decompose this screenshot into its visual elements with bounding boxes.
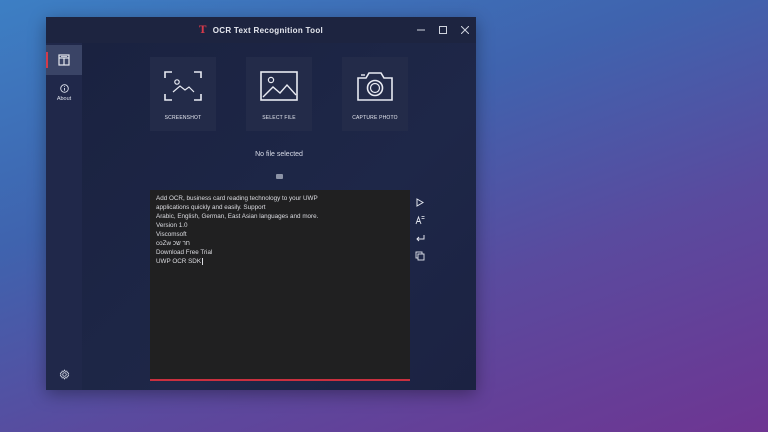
result-lines: Add OCR, business card reading technolog… bbox=[156, 194, 404, 266]
tool-column bbox=[413, 194, 427, 266]
sidebar-item-about[interactable]: About bbox=[46, 79, 82, 107]
title-bar[interactable]: T OCR Text Recognition Tool bbox=[46, 17, 476, 43]
capture-photo-button[interactable]: CAPTURE PHOTO bbox=[342, 57, 408, 131]
main-content: SCREENSHOT SELECT FILE CAPTURE PHOTO No … bbox=[82, 43, 476, 390]
app-window: T OCR Text Recognition Tool About SCREEN… bbox=[46, 17, 476, 390]
window-title: OCR Text Recognition Tool bbox=[212, 25, 324, 35]
result-line: UWP OCR SDK bbox=[156, 258, 202, 265]
result-line: Version 1.0 bbox=[156, 222, 188, 229]
close-icon bbox=[461, 26, 469, 34]
enter-icon bbox=[416, 234, 425, 241]
result-line: applications quickly and easily. Support bbox=[156, 204, 266, 211]
camera-icon bbox=[357, 72, 393, 101]
status-text: No file selected bbox=[255, 151, 303, 158]
copy-button[interactable] bbox=[413, 248, 427, 264]
gear-icon bbox=[59, 368, 69, 380]
capture-photo-label: CAPTURE PHOTO bbox=[352, 115, 398, 121]
text-cursor bbox=[202, 257, 204, 265]
minimize-button[interactable] bbox=[410, 17, 432, 43]
result-line: Add OCR, business card reading technolog… bbox=[156, 195, 318, 202]
result-line: coZw חר שכ bbox=[156, 240, 190, 247]
app-logo-icon: T bbox=[198, 24, 207, 36]
copy-icon bbox=[415, 251, 425, 261]
minimize-icon bbox=[417, 29, 425, 31]
screenshot-label: SCREENSHOT bbox=[164, 115, 202, 121]
keyboard-icon[interactable] bbox=[276, 174, 283, 179]
window-controls bbox=[410, 17, 476, 43]
enter-button[interactable] bbox=[413, 230, 427, 246]
screenshot-icon bbox=[164, 71, 202, 101]
screenshot-button[interactable]: SCREENSHOT bbox=[150, 57, 216, 131]
run-ocr-button[interactable] bbox=[413, 194, 427, 210]
image-icon bbox=[260, 71, 298, 101]
result-line: Viscomsoft bbox=[156, 231, 187, 238]
select-file-button[interactable]: SELECT FILE bbox=[246, 57, 312, 131]
translate-icon bbox=[415, 215, 425, 225]
settings-button[interactable] bbox=[46, 363, 82, 385]
info-icon bbox=[59, 84, 69, 93]
document-icon bbox=[58, 54, 70, 66]
sidebar: About bbox=[46, 43, 82, 390]
select-file-label: SELECT FILE bbox=[262, 115, 296, 121]
sidebar-item-home[interactable] bbox=[46, 45, 82, 75]
maximize-icon bbox=[439, 26, 447, 34]
result-line: Arabic, English, German, East Asian lang… bbox=[156, 213, 319, 220]
result-textarea[interactable]: Add OCR, business card reading technolog… bbox=[150, 190, 410, 381]
sidebar-item-label: About bbox=[56, 96, 72, 102]
maximize-button[interactable] bbox=[432, 17, 454, 43]
translate-button[interactable] bbox=[413, 212, 427, 228]
result-line: Download Free Trial bbox=[156, 249, 213, 256]
close-button[interactable] bbox=[454, 17, 476, 43]
play-icon bbox=[416, 197, 424, 207]
selection-indicator bbox=[46, 52, 48, 68]
